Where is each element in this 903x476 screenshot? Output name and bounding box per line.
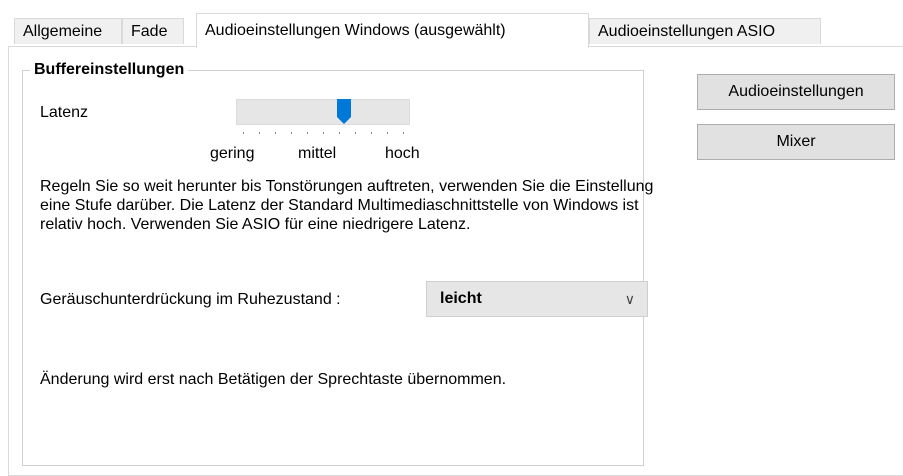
tab-fade[interactable]: Fade [122, 18, 184, 44]
apply-note: Änderung wird erst nach Betätigen der Sp… [40, 371, 507, 388]
tab-audio-asio[interactable]: Audioeinstellungen ASIO [589, 18, 821, 44]
tab-audio-windows[interactable]: Audioeinstellungen Windows (ausgewählt) [196, 13, 589, 48]
tab-strip: Allgemeine Fade Audioeinstellungen Windo… [0, 0, 903, 48]
tab-label: Audioeinstellungen ASIO [598, 23, 776, 40]
buffer-settings-group [22, 70, 644, 466]
scale-mid-label: mittel [298, 145, 337, 162]
tab-allgemeine[interactable]: Allgemeine [14, 18, 122, 44]
tab-label: Fade [131, 23, 168, 40]
chevron-down-icon[interactable]: ∨ [625, 282, 635, 316]
tab-label: Audioeinstellungen Windows (ausgewählt) [205, 22, 506, 39]
latency-label: Latenz [40, 104, 89, 121]
scale-high-label: hoch [385, 145, 420, 162]
mixer-button[interactable]: Mixer [697, 124, 895, 160]
scale-low-label: gering [210, 145, 255, 162]
group-title: Buffereinstellungen [30, 61, 189, 79]
noise-suppression-select[interactable]: leicht ∨ [426, 281, 648, 317]
button-label: Audioeinstellungen [728, 83, 864, 100]
latency-slider[interactable] [236, 99, 410, 125]
tab-label: Allgemeine [23, 23, 103, 40]
noise-suppression-label: Geräuschunterdrückung im Ruhezustand : [40, 291, 341, 308]
noise-suppression-value: leicht [440, 290, 482, 307]
button-label: Mixer [776, 133, 816, 150]
audio-settings-button[interactable]: Audioeinstellungen [697, 74, 895, 110]
latency-description: Regeln Sie so weit herunter bis Tonstöru… [40, 178, 654, 233]
